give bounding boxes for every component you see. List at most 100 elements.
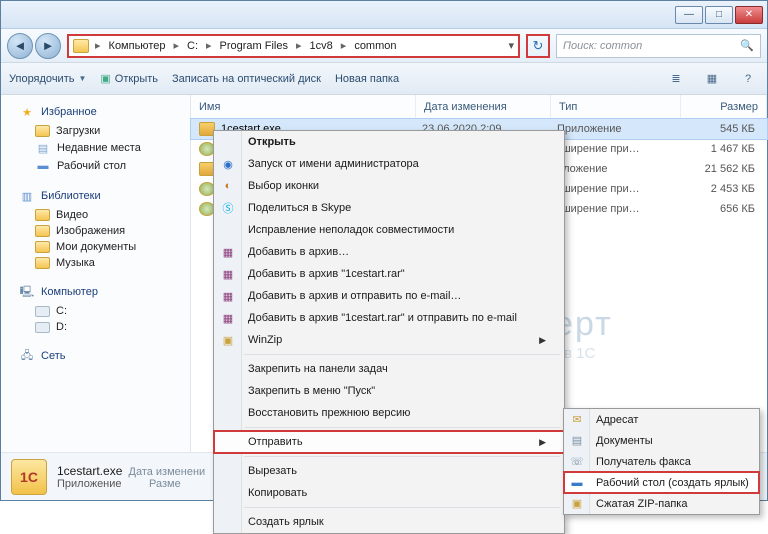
ctx-archive-named[interactable]: ▦Добавить в архив "1cestart.rar" xyxy=(214,263,564,285)
breadcrumb-pf[interactable]: Program Files xyxy=(214,40,294,52)
ctx-archive-named-email[interactable]: ▦Добавить в архив "1cestart.rar" и отпра… xyxy=(214,307,564,329)
winzip-icon: ▣ xyxy=(220,332,236,348)
context-menu: Открыть ◉Запуск от имени администратора … xyxy=(213,130,565,534)
col-type[interactable]: Тип xyxy=(551,95,681,118)
sendto-recipient[interactable]: ✉Адресат xyxy=(564,409,759,430)
ctx-runas[interactable]: ◉Запуск от имени администратора xyxy=(214,153,564,175)
winrar-icon: ▦ xyxy=(220,266,236,282)
details-type: Приложение xyxy=(57,478,122,490)
breadcrumb-c[interactable]: C: xyxy=(181,40,204,52)
breadcrumb-root[interactable]: Компьютер xyxy=(103,40,172,52)
nav-video[interactable]: Видео xyxy=(5,207,186,223)
breadcrumb-common[interactable]: common xyxy=(348,40,402,52)
sendto-fax[interactable]: ☏Получатель факса xyxy=(564,451,759,472)
winrar-icon: ▦ xyxy=(220,288,236,304)
titlebar: — □ ✕ xyxy=(1,1,767,29)
preview-pane-icon[interactable]: ▦ xyxy=(701,69,723,89)
ctx-pin-taskbar[interactable]: Закрепить на панели задач xyxy=(214,358,564,380)
open-button[interactable]: ▣Открыть xyxy=(100,72,158,85)
winrar-icon: ▦ xyxy=(220,310,236,326)
col-size[interactable]: Размер xyxy=(681,95,767,118)
ctx-winzip[interactable]: ▣WinZip▶ xyxy=(214,329,564,351)
forward-button[interactable]: ► xyxy=(35,33,61,59)
file-type: Приложение xyxy=(557,123,687,135)
nav-recent[interactable]: ▤Недавние места xyxy=(5,139,186,157)
view-mode-icon[interactable]: ≣ xyxy=(665,69,687,89)
help-icon[interactable]: ? xyxy=(737,69,759,89)
breadcrumb-1cv8[interactable]: 1cv8 xyxy=(304,40,339,52)
ctx-restore[interactable]: Восстановить прежнюю версию xyxy=(214,402,564,424)
search-placeholder: Поиск: common xyxy=(563,40,642,52)
nav-desktop[interactable]: ▬Рабочий стол xyxy=(5,157,186,175)
nav-drive-d[interactable]: D: xyxy=(5,319,186,335)
file-type: кширение при… xyxy=(557,183,687,195)
close-button[interactable]: ✕ xyxy=(735,6,763,24)
file-size: 1 467 КБ xyxy=(687,143,767,155)
winrar-icon: ▦ xyxy=(220,244,236,260)
burn-button[interactable]: Записать на оптический диск xyxy=(172,73,321,85)
new-folder-button[interactable]: Новая папка xyxy=(335,73,399,85)
mail-icon: ✉ xyxy=(569,412,585,428)
nav-pane: ★Избранное Загрузки ▤Недавние места ▬Раб… xyxy=(1,95,191,452)
sendto-desktop-shortcut[interactable]: ▬Рабочий стол (создать ярлык) xyxy=(564,472,759,493)
minimize-button[interactable]: — xyxy=(675,6,703,24)
ctx-shortcut[interactable]: Создать ярлык xyxy=(214,511,564,533)
col-name[interactable]: Имя xyxy=(191,95,416,118)
file-size: 21 562 КБ xyxy=(687,163,767,175)
ctx-archive-email[interactable]: ▦Добавить в архив и отправить по e-mail… xyxy=(214,285,564,307)
ctx-skype[interactable]: ⓈПоделиться в Skype xyxy=(214,197,564,219)
ctx-cut[interactable]: Вырезать xyxy=(214,460,564,482)
nav-favorites[interactable]: ★Избранное xyxy=(5,101,186,123)
zip-icon: ▣ xyxy=(569,496,585,512)
submenu-arrow-icon: ▶ xyxy=(539,437,546,448)
maximize-button[interactable]: □ xyxy=(705,6,733,24)
document-icon: ▤ xyxy=(569,433,585,449)
breadcrumb[interactable]: ▸ Компьютер ▸ C: ▸ Program Files ▸ 1cv8 … xyxy=(67,34,520,58)
palette-icon: ◐ xyxy=(220,178,236,194)
file-type: кширение при… xyxy=(557,203,687,215)
toolbar: Упорядочить▼ ▣Открыть Записать на оптиче… xyxy=(1,63,767,95)
address-row: ◄ ► ▸ Компьютер ▸ C: ▸ Program Files ▸ 1… xyxy=(1,29,767,63)
nav-network[interactable]: 🖧Сеть xyxy=(5,345,186,367)
sendto-zip[interactable]: ▣Сжатая ZIP-папка xyxy=(564,493,759,514)
column-headers: Имя Дата изменения Тип Размер xyxy=(191,95,767,119)
ctx-send-to[interactable]: Отправить▶ xyxy=(214,431,564,453)
organize-menu[interactable]: Упорядочить▼ xyxy=(9,73,86,85)
ctx-archive-add[interactable]: ▦Добавить в архив… xyxy=(214,241,564,263)
ctx-compat[interactable]: Исправление неполадок совместимости xyxy=(214,219,564,241)
file-type: иложение xyxy=(557,163,687,175)
breadcrumb-dropdown[interactable]: ▾ xyxy=(508,39,514,52)
ctx-open[interactable]: Открыть xyxy=(214,131,564,153)
ctx-pin-start[interactable]: Закрепить в меню "Пуск" xyxy=(214,380,564,402)
search-icon: 🔍 xyxy=(740,39,754,52)
nav-downloads[interactable]: Загрузки xyxy=(5,123,186,139)
skype-icon: Ⓢ xyxy=(220,200,236,216)
nav-computer[interactable]: 🖳Компьютер xyxy=(5,281,186,303)
details-filename: 1cestart.exe xyxy=(57,464,122,478)
file-size: 2 453 КБ xyxy=(687,183,767,195)
nav-libraries[interactable]: ▥Библиотеки xyxy=(5,185,186,207)
details-date-label: Дата изменени xyxy=(129,466,206,478)
breadcrumb-sep: ▸ xyxy=(95,39,101,52)
nav-images[interactable]: Изображения xyxy=(5,223,186,239)
sendto-documents[interactable]: ▤Документы xyxy=(564,430,759,451)
refresh-button[interactable]: ↻ xyxy=(526,34,550,58)
folder-icon xyxy=(73,39,89,53)
file-type: кширение при… xyxy=(557,143,687,155)
details-size-label: Разме xyxy=(149,478,181,490)
file-size: 545 КБ xyxy=(687,123,767,135)
file-size: 656 КБ xyxy=(687,203,767,215)
file-type-icon: 1C xyxy=(11,459,47,495)
shield-icon: ◉ xyxy=(220,156,236,172)
back-button[interactable]: ◄ xyxy=(7,33,33,59)
nav-drive-c[interactable]: C: xyxy=(5,303,186,319)
search-input[interactable]: Поиск: common 🔍 xyxy=(556,34,761,58)
nav-music[interactable]: Музыка xyxy=(5,255,186,271)
fax-icon: ☏ xyxy=(569,454,585,470)
ctx-choose-icon[interactable]: ◐Выбор иконки xyxy=(214,175,564,197)
sendto-submenu: ✉Адресат ▤Документы ☏Получатель факса ▬Р… xyxy=(563,408,760,515)
submenu-arrow-icon: ▶ xyxy=(539,335,546,346)
col-date[interactable]: Дата изменения xyxy=(416,95,551,118)
desktop-icon: ▬ xyxy=(569,475,585,491)
nav-mydocs[interactable]: Мои документы xyxy=(5,239,186,255)
